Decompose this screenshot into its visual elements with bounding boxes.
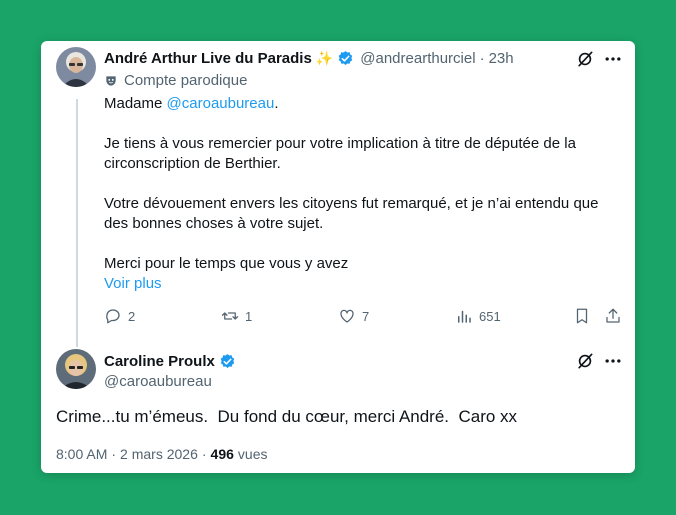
paragraph-2: Votre dévouement envers les citoyens fut… bbox=[104, 195, 599, 232]
reply-author-handle[interactable]: @caroaubureau bbox=[104, 373, 212, 390]
verified-badge-icon bbox=[337, 50, 354, 67]
parody-text: Compte parodique bbox=[124, 72, 248, 89]
parody-label: Compte parodique bbox=[104, 72, 247, 89]
tweet-body: Madame @caroaubureau. Je tiens à vous re… bbox=[104, 94, 614, 294]
separator-dot: · bbox=[201, 446, 207, 462]
reply-meta: 8:00 AM · 2 mars 2026 · 496 vues bbox=[56, 446, 267, 462]
avatar-caroline[interactable] bbox=[56, 349, 96, 389]
reply-text: Crime...tu m’émeus. Du fond du cœur, mer… bbox=[56, 407, 518, 426]
reply-time[interactable]: 8:00 AM bbox=[56, 446, 107, 462]
sparkle-icon: ✨ bbox=[315, 49, 334, 66]
tweet-header: André Arthur Live du Paradis ✨ @andreart… bbox=[104, 48, 514, 68]
greeting-suffix: . bbox=[274, 95, 279, 112]
grok-icon[interactable] bbox=[575, 49, 595, 69]
verified-badge-icon bbox=[219, 353, 236, 370]
reply-button[interactable]: 2 bbox=[104, 307, 135, 325]
retweet-button[interactable]: 1 bbox=[221, 307, 252, 325]
greeting-line: Madame @caroaubureau. bbox=[104, 94, 614, 114]
views-button[interactable]: 651 bbox=[455, 307, 501, 325]
reply-icon bbox=[106, 309, 120, 324]
greeting-prefix: Madame bbox=[104, 95, 167, 112]
paragraph-1: Je tiens à vous remercier pour votre imp… bbox=[104, 135, 576, 172]
avatar-andre[interactable] bbox=[56, 47, 96, 87]
tweet-time[interactable]: 23h bbox=[489, 50, 514, 67]
reply-header: Caroline Proulx bbox=[104, 351, 236, 371]
author-handle[interactable]: @andrearthurciel bbox=[360, 50, 475, 67]
like-button[interactable]: 7 bbox=[338, 307, 369, 325]
bookmark-button[interactable] bbox=[573, 307, 591, 325]
paragraph-3: Merci pour le temps que vous y avez bbox=[104, 255, 349, 272]
reply-view-label: vues bbox=[237, 446, 268, 462]
like-count: 7 bbox=[362, 308, 370, 324]
reply-date[interactable]: 2 mars 2026 bbox=[120, 446, 198, 462]
retweet-count: 1 bbox=[245, 308, 253, 324]
show-more-link[interactable]: Voir plus bbox=[104, 274, 614, 294]
grok-icon[interactable] bbox=[575, 351, 595, 371]
thread-line bbox=[76, 99, 78, 347]
share-button[interactable] bbox=[604, 307, 622, 325]
tweet-card: André Arthur Live du Paradis ✨ @andreart… bbox=[41, 41, 635, 473]
more-options-icon[interactable] bbox=[603, 351, 623, 371]
parody-mask-icon bbox=[104, 74, 118, 88]
bookmark-icon bbox=[576, 308, 588, 324]
separator-dot: · bbox=[111, 446, 117, 462]
reply-count: 2 bbox=[128, 308, 136, 324]
mention-link[interactable]: @caroaubureau bbox=[167, 95, 275, 112]
more-options-icon[interactable] bbox=[603, 49, 623, 69]
heart-icon bbox=[340, 309, 354, 323]
author-name[interactable]: André Arthur Live du Paradis bbox=[104, 50, 312, 67]
reply-view-count: 496 bbox=[210, 446, 234, 462]
reply-author-name[interactable]: Caroline Proulx bbox=[104, 353, 215, 370]
retweet-icon bbox=[221, 312, 239, 320]
separator-dot: · bbox=[479, 49, 485, 67]
share-icon bbox=[606, 308, 620, 323]
analytics-icon bbox=[458, 310, 471, 323]
view-count: 651 bbox=[479, 308, 501, 324]
